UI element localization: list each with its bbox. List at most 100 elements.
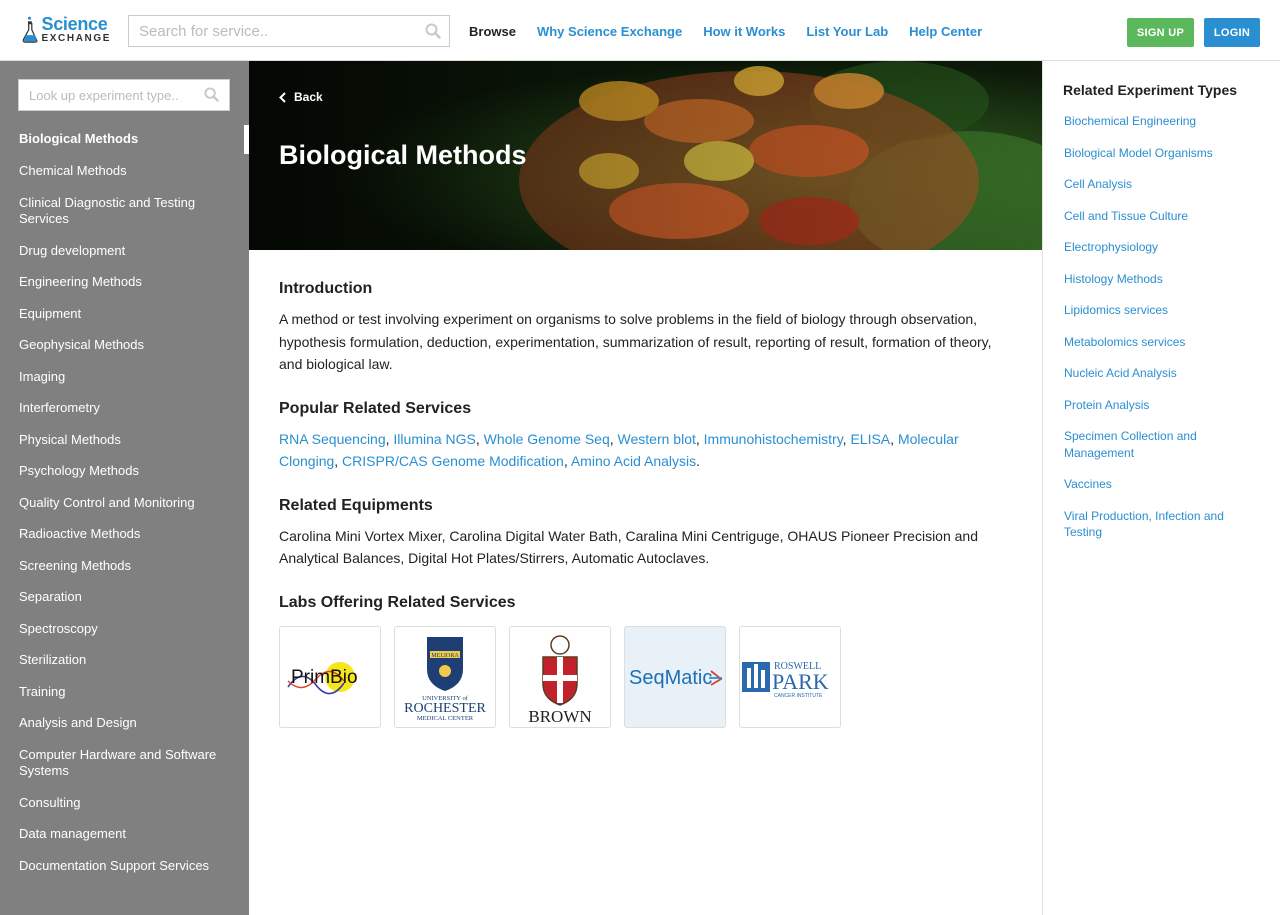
sidebar-item-engineering-methods[interactable]: Engineering Methods xyxy=(0,274,249,291)
primbio-logo: PrimBio xyxy=(287,661,358,694)
service-link-immunohistochemistry[interactable]: Immunohistochemistry xyxy=(704,431,843,447)
service-link-amino-acid-analysis[interactable]: Amino Acid Analysis xyxy=(571,453,696,469)
nav-list-your-lab[interactable]: List Your Lab xyxy=(806,24,888,39)
nav-why-science-exchange[interactable]: Why Science Exchange xyxy=(537,24,682,39)
labs-heading: Labs Offering Related Services xyxy=(279,593,516,611)
seqmatic-logo: SeqMatic xyxy=(629,667,723,689)
rochester-motto: MELIORA xyxy=(431,653,459,659)
related-experiment-types-heading: Related Experiment Types xyxy=(1063,82,1238,98)
related-item-vaccines[interactable]: Vaccines xyxy=(1064,476,1264,493)
service-search-input[interactable] xyxy=(139,23,419,40)
sidebar-item-training[interactable]: Training xyxy=(0,684,249,701)
sidebar-item-psychology-methods[interactable]: Psychology Methods xyxy=(0,463,249,480)
brown-logo: BROWN xyxy=(528,634,592,725)
flask-icon xyxy=(22,16,38,43)
science-exchange-logo[interactable]: Science EXCHANGE xyxy=(21,11,111,47)
login-button[interactable]: LOGIN xyxy=(1204,18,1260,47)
related-equipments-text: Carolina Mini Vortex Mixer, Carolina Dig… xyxy=(279,527,979,567)
experiment-type-list: Biological Methods Chemical Methods Clin… xyxy=(0,125,249,874)
related-item-electrophysiology[interactable]: Electrophysiology xyxy=(1064,239,1264,256)
service-link-western-blot[interactable]: Western blot xyxy=(618,431,696,447)
sidebar-item-physical-methods[interactable]: Physical Methods xyxy=(0,432,249,449)
sidebar-item-screening-methods[interactable]: Screening Methods xyxy=(0,558,249,575)
sidebar-item-separation[interactable]: Separation xyxy=(0,589,249,606)
sidebar-item-equipment[interactable]: Equipment xyxy=(0,306,249,323)
main-content: Introduction A method or test involving … xyxy=(279,280,1019,728)
related-experiment-types-list: Biochemical Engineering Biological Model… xyxy=(1064,113,1264,541)
lab-logo-seqmatic[interactable]: SeqMatic xyxy=(624,625,726,728)
lab-logo-university-of-rochester[interactable]: MELIORA UNIVERSITY of ROCHESTER MEDICAL … xyxy=(394,625,496,728)
sidebar-item-interferometry[interactable]: Interferometry xyxy=(0,400,249,417)
related-item-metabolomics-services[interactable]: Metabolomics services xyxy=(1064,334,1264,351)
service-link-illumina-ngs[interactable]: Illumina NGS xyxy=(393,431,475,447)
rochester-text-line3: MEDICAL CENTER xyxy=(417,715,474,722)
sidebar-item-imaging[interactable]: Imaging xyxy=(0,369,249,386)
related-item-specimen-collection[interactable]: Specimen Collection and Management xyxy=(1064,428,1264,461)
sidebar-item-analysis-and-design[interactable]: Analysis and Design xyxy=(0,715,249,732)
sidebar-item-biological-methods[interactable]: Biological Methods xyxy=(0,125,249,154)
sidebar-item-consulting[interactable]: Consulting xyxy=(0,795,249,812)
experiment-search-box xyxy=(18,79,230,111)
logo-text-science: Science xyxy=(41,13,108,34)
brown-logo-text: BROWN xyxy=(528,707,591,725)
search-icon[interactable] xyxy=(204,87,219,102)
lab-logo-brown[interactable]: BROWN xyxy=(509,625,611,728)
related-item-biochemical-engineering[interactable]: Biochemical Engineering xyxy=(1064,113,1264,130)
lab-logo-roswell-park[interactable]: ROSWELL PARK CANCER INSTITUTE xyxy=(739,625,841,728)
sidebar-item-quality-control[interactable]: Quality Control and Monitoring xyxy=(0,495,249,512)
experiment-search-input[interactable] xyxy=(29,88,199,103)
related-item-protein-analysis[interactable]: Protein Analysis xyxy=(1064,397,1264,414)
nav-how-it-works[interactable]: How it Works xyxy=(703,24,785,39)
nav-browse[interactable]: Browse xyxy=(469,24,516,39)
related-equipments-heading: Related Equipments xyxy=(279,496,433,514)
logo-text-exchange: EXCHANGE xyxy=(41,32,111,44)
experiment-type-sidebar: Biological Methods Chemical Methods Clin… xyxy=(0,61,249,915)
service-link-crispr-cas[interactable]: CRISPR/CAS Genome Modification xyxy=(342,453,564,469)
related-item-nucleic-acid-analysis[interactable]: Nucleic Acid Analysis xyxy=(1064,365,1264,382)
service-search-box xyxy=(128,15,450,47)
sign-up-button[interactable]: SIGN UP xyxy=(1127,18,1194,47)
introduction-text: A method or test involving experiment on… xyxy=(279,311,992,372)
lab-logo-primbio[interactable]: PrimBio xyxy=(279,625,381,728)
seqmatic-logo-text: SeqMatic xyxy=(629,667,712,689)
related-item-viral-production[interactable]: Viral Production, Infection and Testing xyxy=(1064,508,1264,541)
roswell-park-logo: ROSWELL PARK CANCER INSTITUTE xyxy=(742,661,829,699)
back-link[interactable]: Back xyxy=(279,90,323,104)
sidebar-item-documentation-support[interactable]: Documentation Support Services xyxy=(0,858,249,875)
service-link-elisa[interactable]: ELISA xyxy=(850,431,890,447)
labs-logo-list: PrimBio MELIORA UNIVERSITY of ROCHESTER … xyxy=(279,625,1019,728)
related-item-histology-methods[interactable]: Histology Methods xyxy=(1064,271,1264,288)
rochester-text-line2: ROCHESTER xyxy=(404,701,486,716)
back-label: Back xyxy=(294,90,323,104)
related-experiment-types-panel: Related Experiment Types Biochemical Eng… xyxy=(1042,61,1280,915)
nav-help-center[interactable]: Help Center xyxy=(909,24,982,39)
roswell-text-line3: CANCER INSTITUTE xyxy=(774,693,823,699)
related-item-cell-analysis[interactable]: Cell Analysis xyxy=(1064,176,1264,193)
service-link-whole-genome-seq[interactable]: Whole Genome Seq xyxy=(484,431,610,447)
main-nav: Browse Why Science Exchange How it Works… xyxy=(469,24,1003,39)
sidebar-item-computer-hardware[interactable]: Computer Hardware and Software Systems xyxy=(0,747,249,780)
top-header: Science EXCHANGE Browse Why Science Exch… xyxy=(0,0,1280,61)
sidebar-item-clinical-diagnostic[interactable]: Clinical Diagnostic and Testing Services xyxy=(0,195,249,228)
sidebar-item-drug-development[interactable]: Drug development xyxy=(0,243,249,260)
service-link-rna-sequencing[interactable]: RNA Sequencing xyxy=(279,431,386,447)
sidebar-item-label: Biological Methods xyxy=(19,131,139,146)
introduction-heading: Introduction xyxy=(279,280,373,297)
sidebar-item-radioactive-methods[interactable]: Radioactive Methods xyxy=(0,526,249,543)
popular-services-heading: Popular Related Services xyxy=(279,399,472,417)
sidebar-item-sterilization[interactable]: Sterilization xyxy=(0,652,249,669)
sidebar-item-chemical-methods[interactable]: Chemical Methods xyxy=(0,163,249,180)
search-icon[interactable] xyxy=(425,23,441,39)
sidebar-item-spectroscopy[interactable]: Spectroscopy xyxy=(0,621,249,638)
sidebar-item-geophysical-methods[interactable]: Geophysical Methods xyxy=(0,337,249,354)
related-item-biological-model-organisms[interactable]: Biological Model Organisms xyxy=(1064,145,1264,162)
roswell-text-line2: PARK xyxy=(772,669,829,694)
primbio-logo-text: PrimBio xyxy=(291,667,358,688)
related-item-cell-and-tissue-culture[interactable]: Cell and Tissue Culture xyxy=(1064,208,1264,225)
related-item-lipidomics-services[interactable]: Lipidomics services xyxy=(1064,302,1264,319)
chevron-left-icon xyxy=(279,91,286,103)
page-title: Biological Methods xyxy=(279,140,527,170)
rochester-logo: MELIORA UNIVERSITY of ROCHESTER MEDICAL … xyxy=(404,636,486,722)
sidebar-item-data-management[interactable]: Data management xyxy=(0,826,249,843)
popular-services-list: RNA Sequencing, Illumina NGS, Whole Geno… xyxy=(279,430,959,470)
